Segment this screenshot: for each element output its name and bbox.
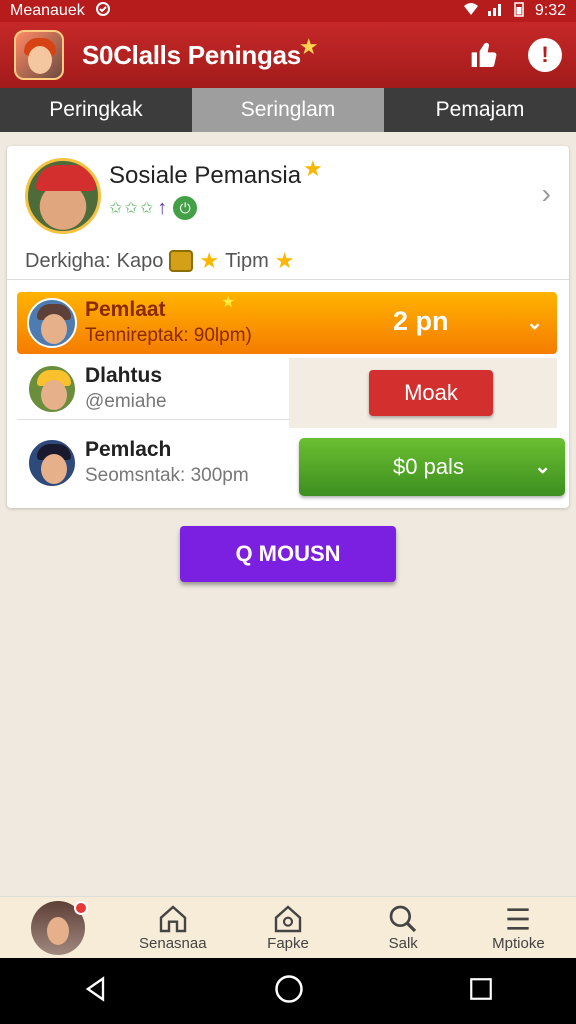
green-star-icon: ✩ — [109, 200, 123, 217]
signal-icon — [487, 1, 503, 22]
clock: 9:32 — [534, 2, 566, 19]
chest-icon — [169, 250, 194, 272]
stats-tipm: Tipm — [225, 249, 269, 272]
search-icon — [389, 905, 417, 933]
green-star-icon: ✩ — [124, 200, 138, 217]
notification-icon — [95, 1, 111, 22]
nav-label: Salk — [388, 935, 418, 952]
profile-stats: Derkigha: Kapo ★ Tipm ★ — [25, 248, 295, 274]
thumbs-up-icon — [471, 42, 497, 68]
list-item: Pemlach Seomsntak: 300pm $0 pals ⌄ — [17, 432, 565, 502]
nav-label: Senasnaa — [139, 935, 207, 952]
menu-icon — [507, 908, 530, 930]
nav-senasnaa[interactable]: Senasnaa — [115, 897, 230, 958]
pals-button[interactable]: $0 pals ⌄ — [299, 438, 565, 496]
star-icon: ★ — [303, 156, 323, 181]
nav-fapke[interactable]: Fapke — [230, 897, 345, 958]
tab-pemajam[interactable]: Pemajam — [384, 88, 576, 132]
status-bar: Meanauek 9:32 — [0, 0, 576, 22]
star-icon: ★ — [298, 34, 319, 59]
pals-button-label: $0 pals — [393, 454, 464, 479]
avatar — [25, 158, 101, 234]
nav-salk[interactable]: Salk — [346, 897, 461, 958]
nav-label: Mptioke — [492, 935, 545, 952]
profile-badges: ✩ ✩ ✩ ↑ ⏻ — [109, 196, 198, 220]
nav-mptioke[interactable]: Mptioke — [461, 897, 576, 958]
list-item[interactable]: ★ Pemlaat Tennireptak: 90lpm) 2 pn ⌄ — [17, 292, 557, 354]
player-name: Pemlach — [85, 438, 172, 461]
app-title: S0Clalls Peningas — [82, 39, 301, 70]
like-button[interactable] — [468, 38, 502, 72]
tab-seringlam[interactable]: Seringlam — [192, 88, 384, 132]
app-logo — [14, 30, 64, 80]
chevron-down-icon: ⌄ — [534, 456, 551, 478]
nav-profile[interactable] — [0, 897, 115, 958]
leaderboard-card: Sosiale Pemansia ★ ✩ ✩ ✩ ↑ ⏻ › Derkigha:… — [7, 146, 569, 508]
exclamation-icon: ! — [541, 42, 549, 67]
stats-kapo: Kapo — [116, 249, 164, 272]
player-subtitle: @emiahe — [85, 391, 167, 412]
player-name: Pemlaat — [85, 298, 166, 321]
recents-icon[interactable] — [468, 976, 494, 1007]
nav-label: Fapke — [267, 935, 309, 952]
green-star-icon: ✩ — [139, 200, 154, 217]
notification-dot — [74, 901, 88, 915]
profile-name: Sosiale Pemansia — [109, 162, 302, 189]
status-text: Meanauek — [10, 2, 85, 19]
tab-bar: Peringkak Seringlam Pemajam — [0, 88, 576, 132]
stats-prefix: Derkigha: — [25, 249, 111, 272]
system-nav-bar — [0, 958, 576, 1024]
player-score: 2 pn — [393, 306, 449, 336]
house-badge-icon — [274, 905, 302, 933]
home-circle-icon[interactable] — [274, 974, 304, 1009]
list-item: Dlahtus @emiahe Moak — [17, 358, 557, 428]
star-icon: ★ — [274, 248, 295, 273]
tab-peringkak[interactable]: Peringkak — [0, 88, 192, 132]
player-subtitle: Tennireptak: 90lpm) — [85, 325, 252, 346]
avatar — [27, 438, 77, 488]
player-subtitle: Seomsntak: 300pm — [85, 465, 249, 486]
star-icon: ★ — [221, 294, 236, 311]
level-badge-icon: ⏻ — [173, 196, 198, 220]
chevron-right-icon: › — [541, 178, 551, 209]
home-icon — [159, 905, 186, 933]
back-icon[interactable] — [82, 975, 110, 1008]
avatar — [27, 364, 77, 414]
app-bar: S0Clalls Peningas ★ ! — [0, 22, 576, 88]
wifi-icon — [463, 1, 479, 22]
star-icon: ★ — [199, 248, 220, 273]
bottom-nav: Senasnaa Fapke Salk Mptioke — [0, 896, 576, 958]
player-name: Dlahtus — [85, 364, 163, 387]
mousn-button[interactable]: Q MOUSN — [180, 526, 396, 582]
battery-icon — [511, 1, 527, 22]
avatar — [27, 298, 77, 348]
up-arrow-icon: ↑ — [157, 196, 168, 219]
chevron-down-icon[interactable]: ⌄ — [526, 310, 543, 335]
info-button[interactable]: ! — [528, 38, 562, 72]
moak-button[interactable]: Moak — [369, 370, 493, 416]
profile-header[interactable]: Sosiale Pemansia ★ ✩ ✩ ✩ ↑ ⏻ › Derkigha:… — [7, 146, 569, 280]
